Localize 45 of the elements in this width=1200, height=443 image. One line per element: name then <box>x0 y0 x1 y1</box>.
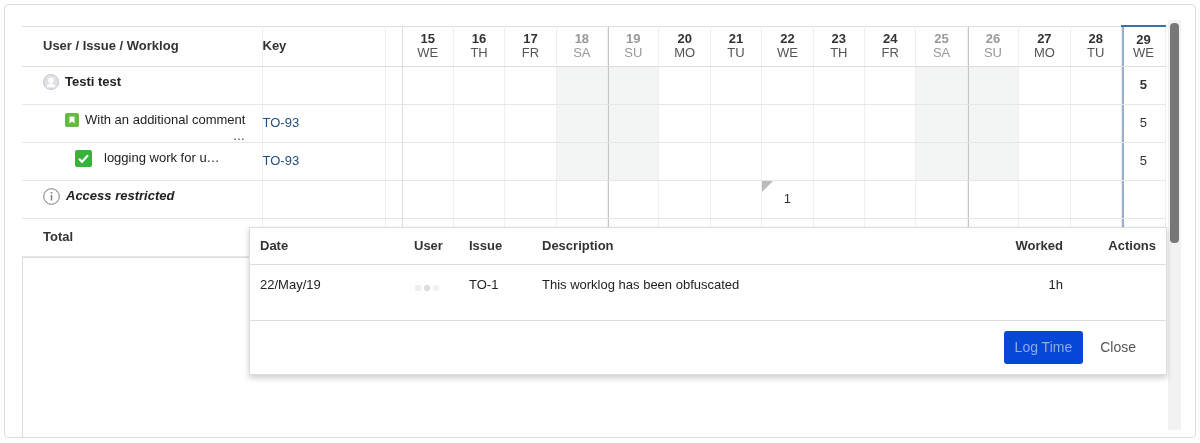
close-button[interactable]: Close <box>1100 330 1136 364</box>
row-label: Access restricted <box>66 189 175 204</box>
day-header: 20 MO <box>658 26 711 66</box>
column-header: User / Issue / Worklog <box>22 26 262 66</box>
day-header: 28 TU <box>1070 26 1122 66</box>
issue-cell: TO-1 <box>459 264 532 320</box>
column-header: Date <box>250 228 404 264</box>
row-label: logging work for u… <box>104 151 220 166</box>
day-header: 19 SU <box>607 26 659 66</box>
day-header: 26 SU <box>967 26 1019 66</box>
checkmark-icon <box>75 149 92 167</box>
day-header: 15 WE <box>402 26 454 66</box>
day-header: 21 TU <box>710 26 762 66</box>
worked-cell: 1h <box>983 264 1073 320</box>
day-header: 17 FR <box>504 26 557 66</box>
hours-value: 5 <box>1139 153 1148 169</box>
issue-key-link[interactable]: TO-93 <box>262 153 300 169</box>
scrollbar-thumb[interactable] <box>1170 23 1179 243</box>
day-header: 29 WE <box>1121 26 1166 66</box>
hours-value: 5 <box>1139 77 1148 93</box>
issue-key-link[interactable]: TO-93 <box>262 115 300 131</box>
column-header: Key <box>262 26 385 66</box>
column-header: Description <box>532 228 983 264</box>
hours-value: 1 <box>783 191 792 207</box>
day-header: 24 FR <box>864 26 916 66</box>
ellipsis: … <box>233 131 245 140</box>
hours-value: 5 <box>1139 115 1148 131</box>
column-header: Issue <box>459 228 532 264</box>
day-header: 25 SA <box>915 26 968 66</box>
bookmark-icon <box>65 113 79 128</box>
day-header: 27 MO <box>1018 26 1071 66</box>
column-header: User <box>404 228 459 264</box>
day-header: 22 WE <box>761 26 814 66</box>
day-header: 16 TH <box>453 26 505 66</box>
column-header: Actions <box>1073 228 1166 264</box>
total-label: Total <box>43 229 74 245</box>
description-cell: This worklog has been obfuscated <box>532 264 983 320</box>
info-icon <box>43 187 60 205</box>
column-header: Worked <box>983 228 1073 264</box>
row-label: Testi test <box>65 75 122 90</box>
day-header: 18 SA <box>556 26 608 66</box>
day-header: 23 TH <box>813 26 865 66</box>
avatar-icon <box>43 74 59 91</box>
row-label: With an additional comment <box>85 113 246 128</box>
date-cell: 22/May/19 <box>250 264 404 320</box>
